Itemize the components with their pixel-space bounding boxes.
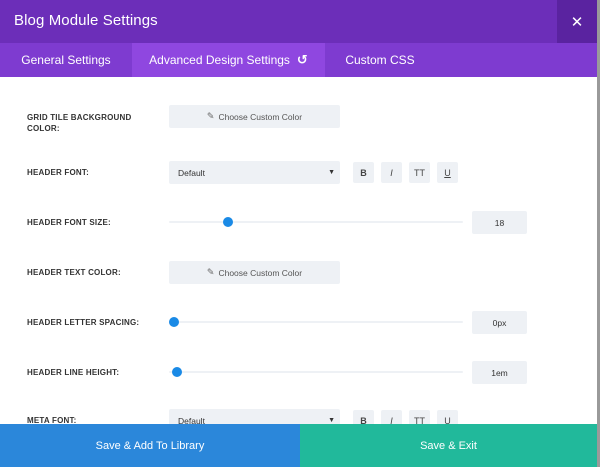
header-bold-button[interactable]: B bbox=[353, 162, 374, 183]
tab-label: Custom CSS bbox=[345, 53, 415, 67]
tab-label: Advanced Design Settings bbox=[149, 53, 290, 67]
header-font-size-value[interactable]: 18 bbox=[472, 211, 527, 234]
close-button[interactable]: ✕ bbox=[557, 0, 597, 43]
save-exit-button[interactable]: Save & Exit bbox=[300, 424, 597, 467]
modal-footer: Save & Add To Library Save & Exit bbox=[0, 424, 597, 467]
header-font-size-label: HEADER FONT SIZE: bbox=[27, 218, 111, 227]
header-font-select[interactable]: Default ▼ bbox=[169, 161, 340, 184]
header-text-color-label: HEADER TEXT COLOR: bbox=[27, 268, 121, 277]
tab-bar: General Settings Advanced Design Setting… bbox=[0, 43, 597, 77]
eyedropper-icon: ✎ bbox=[206, 267, 215, 277]
header-uppercase-button[interactable]: TT bbox=[409, 162, 430, 183]
header-line-height-label: HEADER LINE HEIGHT: bbox=[27, 368, 120, 377]
tab-custom-css[interactable]: Custom CSS bbox=[325, 43, 435, 77]
eyedropper-icon: ✎ bbox=[206, 111, 215, 121]
meta-italic-button[interactable]: I bbox=[381, 410, 402, 424]
title-bar: Blog Module Settings ✕ bbox=[0, 0, 597, 43]
settings-modal: Blog Module Settings ✕ General Settings … bbox=[0, 0, 597, 467]
header-text-color-button[interactable]: ✎ Choose Custom Color bbox=[169, 261, 340, 284]
meta-font-select[interactable]: Default ▼ bbox=[169, 409, 340, 424]
header-font-size-slider[interactable] bbox=[169, 221, 463, 223]
tab-advanced-design-settings[interactable]: Advanced Design Settings ↺ bbox=[132, 43, 325, 77]
header-letter-spacing-slider[interactable] bbox=[169, 321, 463, 323]
header-line-height-value[interactable]: 1em bbox=[472, 361, 527, 384]
close-icon: ✕ bbox=[570, 13, 584, 31]
color-button-label: Choose Custom Color bbox=[218, 267, 303, 278]
header-font-label: HEADER FONT: bbox=[27, 168, 89, 177]
header-line-height-slider[interactable] bbox=[169, 371, 463, 373]
grid-tile-bg-color-button[interactable]: ✎ Choose Custom Color bbox=[169, 105, 340, 128]
caret-down-icon: ▼ bbox=[328, 417, 335, 424]
meta-bold-button[interactable]: B bbox=[353, 410, 374, 424]
header-letter-spacing-slider-handle[interactable] bbox=[169, 317, 179, 327]
select-value: Default bbox=[178, 167, 205, 178]
color-button-label: Choose Custom Color bbox=[218, 111, 303, 122]
select-value: Default bbox=[178, 415, 205, 425]
undo-icon[interactable]: ↺ bbox=[297, 52, 308, 68]
header-underline-button[interactable]: U bbox=[437, 162, 458, 183]
header-font-size-slider-handle[interactable] bbox=[222, 217, 233, 227]
tab-general-settings[interactable]: General Settings bbox=[0, 43, 132, 77]
caret-down-icon: ▼ bbox=[328, 169, 335, 176]
header-italic-button[interactable]: I bbox=[381, 162, 402, 183]
header-letter-spacing-label: HEADER LETTER SPACING: bbox=[27, 318, 140, 327]
tab-label: General Settings bbox=[21, 53, 111, 67]
meta-uppercase-button[interactable]: TT bbox=[409, 410, 430, 424]
header-line-height-slider-handle[interactable] bbox=[171, 367, 182, 377]
settings-content: GRID TILE BACKGROUND COLOR: ✎ Choose Cus… bbox=[0, 77, 597, 424]
meta-font-label: META FONT: bbox=[27, 416, 77, 424]
modal-title: Blog Module Settings bbox=[14, 12, 158, 29]
meta-underline-button[interactable]: U bbox=[437, 410, 458, 424]
header-letter-spacing-value[interactable]: 0px bbox=[472, 311, 527, 334]
save-add-to-library-button[interactable]: Save & Add To Library bbox=[0, 424, 300, 467]
grid-tile-bg-label: GRID TILE BACKGROUND COLOR: bbox=[27, 113, 132, 133]
